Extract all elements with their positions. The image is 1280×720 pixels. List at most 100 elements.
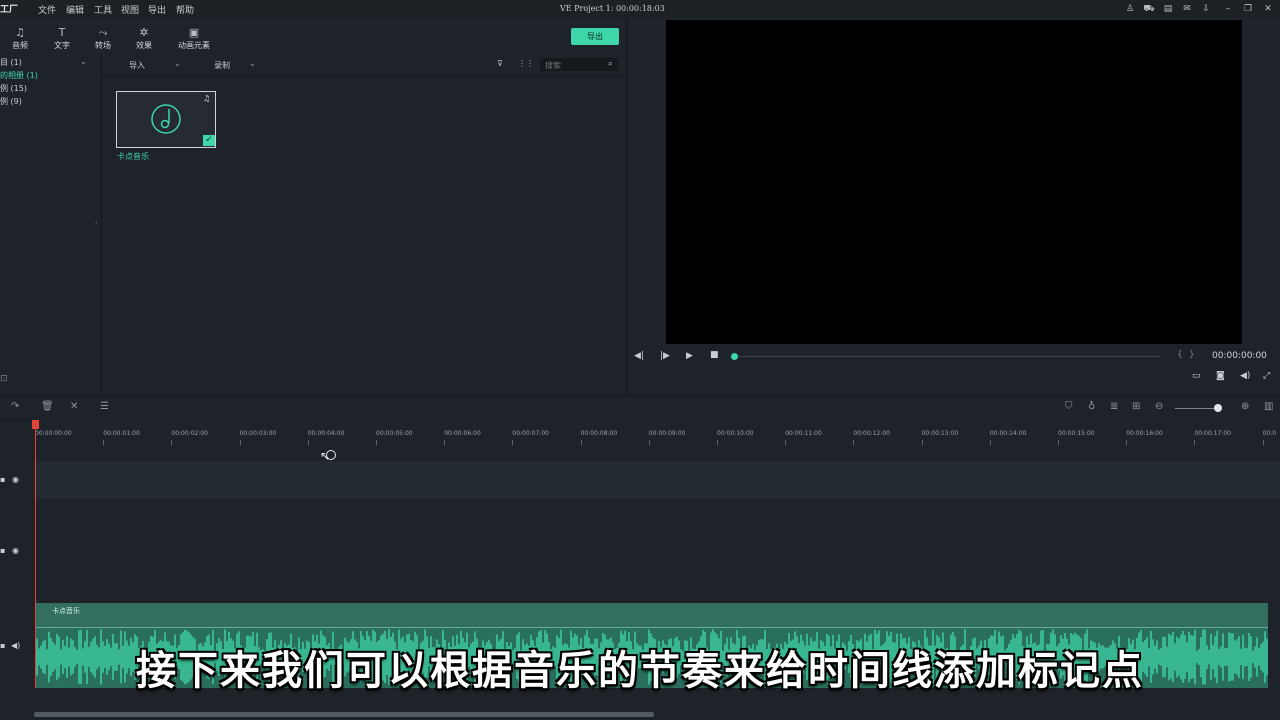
ruler-tick-label: 00:00:03:00 [239, 430, 277, 437]
music-icon: ♫ [15, 26, 25, 39]
ruler-tick [1194, 440, 1196, 445]
mixer-icon[interactable]: ≣ [1110, 401, 1118, 412]
fullscreen-icon[interactable]: ⤢ [1263, 371, 1270, 381]
import-dropdown[interactable]: 导入 [129, 60, 145, 71]
display-icon[interactable]: ▭ [1192, 371, 1201, 381]
mark-in-icon[interactable]: { [1177, 350, 1183, 360]
tool-effects[interactable]: ✲ 效果 [124, 26, 164, 51]
tool-audio-label: 音频 [12, 41, 28, 50]
video-track-1[interactable] [34, 461, 1280, 499]
ruler-tick-label: 00:00:04:00 [307, 430, 345, 437]
audio-clip-label: 卡点音乐 [52, 607, 80, 615]
zoom-slider-handle[interactable] [1214, 404, 1222, 412]
tool-text[interactable]: T 文字 [42, 26, 82, 51]
ruler-tick-label: 00:00:06:00 [444, 430, 481, 437]
adjust-icon[interactable]: ☰ [100, 401, 109, 412]
menu-export[interactable]: 导出 [148, 3, 166, 16]
timeline-scrollbar[interactable] [34, 712, 654, 717]
sidebar-item-samples[interactable]: 例 (15) [0, 83, 27, 94]
effects-icon: ✲ [139, 26, 149, 39]
sidebar-item-project[interactable]: 目 (1) [0, 57, 22, 68]
close-icon[interactable]: ✕ [1262, 3, 1274, 15]
ruler-tick-label: 00:00:09:00 [648, 430, 686, 437]
ruler-tick-label: 00:00:02:00 [171, 430, 208, 437]
tool-effects-label: 效果 [136, 41, 152, 50]
cut-icon[interactable]: ✕ [70, 401, 78, 412]
search-placeholder: 搜索 [545, 61, 561, 70]
elements-icon: ▣ [188, 26, 200, 39]
filter-icon[interactable]: ⊽ [497, 59, 503, 68]
scrubber-handle[interactable] [731, 353, 738, 360]
minimize-icon[interactable]: – [1222, 3, 1234, 15]
ruler-tick [239, 440, 241, 445]
delete-icon[interactable]: 🗑 [41, 401, 54, 412]
menu-edit[interactable]: 编辑 [66, 3, 84, 16]
marker-icon[interactable]: ⛉ [1065, 401, 1073, 412]
menu-tools[interactable]: 工具 [94, 3, 112, 16]
ruler-tick [717, 440, 718, 445]
ruler-tick-label: 00:00:13:00 [921, 430, 959, 437]
zoom-in-icon[interactable]: ⊕ [1241, 401, 1249, 412]
play-frame-icon[interactable]: |▶ [660, 351, 670, 361]
ruler-tick [853, 440, 855, 445]
lock-icon[interactable]: ▪ [0, 546, 5, 555]
ruler-tick [648, 440, 650, 445]
restore-icon[interactable]: ❐ [1242, 3, 1254, 15]
sidebar-item-album[interactable]: 的相册 (1) [0, 70, 38, 81]
grid-view-icon[interactable]: ⋮⋮ [518, 59, 534, 68]
media-thumbnail[interactable] [116, 91, 216, 148]
search-icon[interactable]: ⌕ [608, 59, 612, 69]
microphone-icon[interactable]: ♁ [1088, 401, 1095, 412]
menu-file[interactable]: 文件 [38, 3, 56, 16]
menu-help[interactable]: 帮助 [176, 3, 194, 16]
tool-transition-label: 转场 [95, 41, 111, 50]
eye-icon[interactable]: ◉ [12, 475, 19, 484]
ruler-tick [989, 440, 991, 445]
chevron-down-icon[interactable]: ⌄ [249, 59, 256, 68]
record-dropdown[interactable]: 录制 [214, 60, 230, 71]
snapshot-icon[interactable]: ◙ [1216, 371, 1225, 381]
lock-icon[interactable]: ▪ [0, 475, 5, 484]
mail-icon[interactable]: ✉ [1181, 3, 1193, 15]
chevron-down-icon[interactable]: ⌄ [174, 59, 181, 68]
ruler-tick-label: 00:00:01:00 [103, 430, 140, 437]
user-icon[interactable]: ♙ [1124, 3, 1136, 15]
text-icon: T [58, 26, 66, 39]
fit-icon[interactable]: ⊞ [1132, 401, 1140, 412]
redo-icon[interactable]: ↷ [11, 401, 19, 412]
ruler-tick [171, 440, 173, 445]
cart-icon[interactable]: ⛟ [1143, 3, 1155, 15]
previous-frame-icon[interactable]: ◀| [634, 351, 644, 361]
ruler-tick [1262, 440, 1264, 445]
ruler-tick-label: 00:00:10:00 [717, 430, 754, 437]
volume-icon[interactable]: ◀) [1240, 371, 1250, 381]
mark-out-icon[interactable]: } [1189, 350, 1195, 360]
eye-icon[interactable]: ◉ [12, 546, 19, 555]
ruler-tick [376, 440, 377, 445]
ruler-tick [1058, 440, 1059, 445]
tool-audio[interactable]: ♫ 音频 [0, 26, 40, 51]
preview-scrubber[interactable] [735, 356, 1160, 357]
ruler-tick-label: 00:00:08:00 [580, 430, 618, 437]
chevron-down-icon[interactable]: ⌄ [80, 57, 87, 66]
save-icon[interactable]: ▤ [1162, 3, 1174, 15]
project-title: VE Project 1: 00:00:18:03 [560, 4, 665, 13]
check-icon[interactable]: ✓ [203, 135, 215, 146]
zoom-out-icon[interactable]: ⊖ [1155, 401, 1163, 412]
preview-screen[interactable] [666, 20, 1242, 344]
collapse-handle-icon[interactable]: ‹ [95, 219, 98, 227]
panel-icon[interactable]: ▥ [1264, 401, 1273, 412]
video-track-2[interactable] [34, 500, 1280, 602]
play-icon[interactable]: ▶ [686, 351, 693, 361]
tool-transition[interactable]: ⤳ 转场 [83, 26, 123, 51]
menu-view[interactable]: 视图 [121, 3, 139, 16]
new-folder-icon[interactable]: ⊡ [0, 374, 8, 384]
tool-elements[interactable]: ▣ 动画元素 [170, 26, 218, 51]
playhead-handle[interactable] [32, 420, 39, 429]
stop-icon[interactable]: ■ [710, 350, 719, 360]
download-icon[interactable]: ⇩ [1200, 3, 1212, 15]
timeline-ruler[interactable] [34, 420, 1280, 460]
sidebar-item-samples-2[interactable]: 例 (9) [0, 96, 22, 107]
export-button[interactable]: 导出 [571, 28, 619, 45]
busy-indicator-icon [326, 450, 336, 460]
